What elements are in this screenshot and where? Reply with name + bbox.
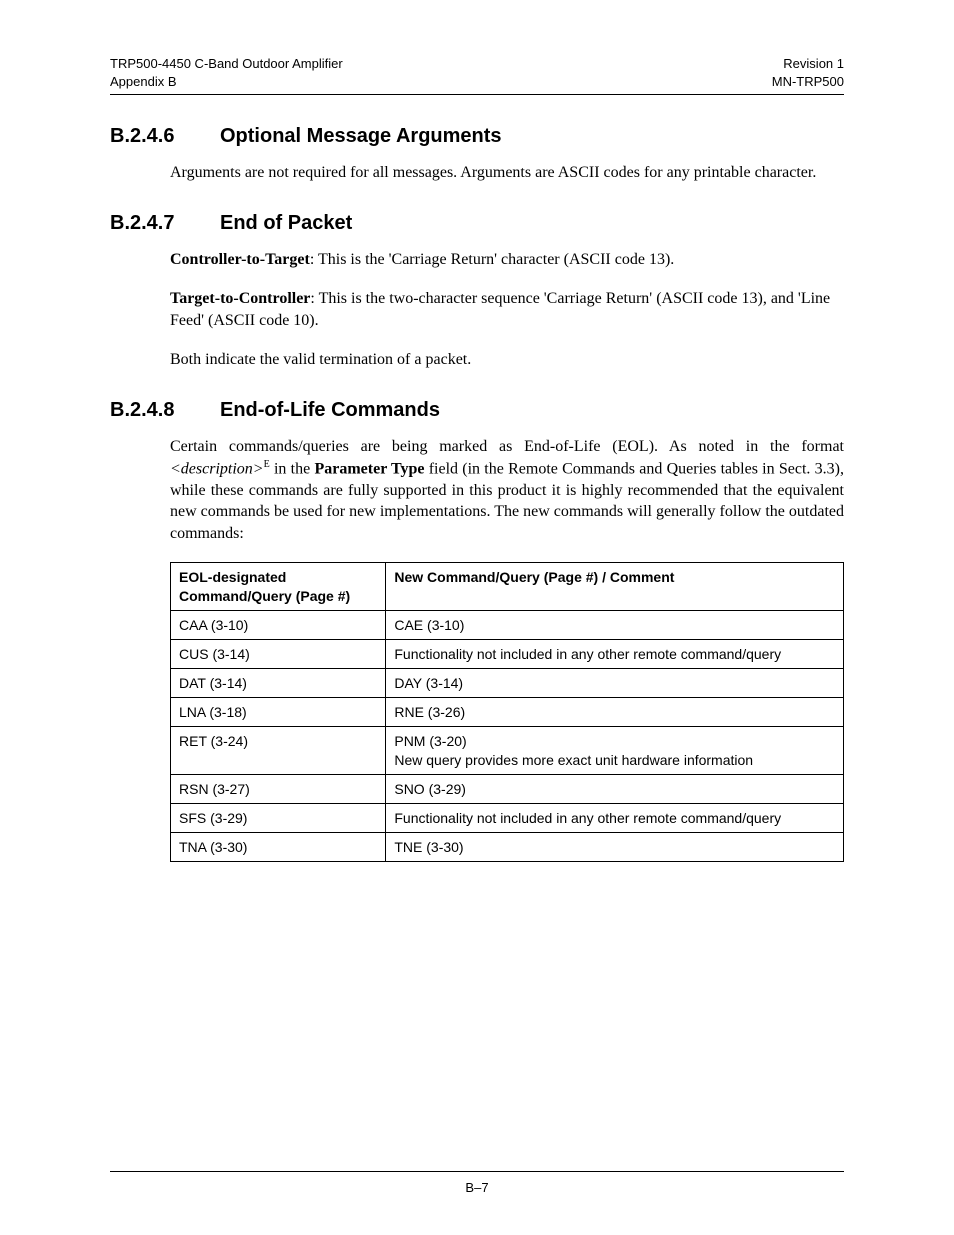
table-cell: LNA (3-18): [171, 698, 386, 727]
text: Command/Query (Page #): [179, 588, 350, 604]
heading-b247: B.2.4.7 End of Packet: [110, 212, 844, 235]
header-right-line2: MN-TRP500: [772, 74, 844, 89]
header-rule: [110, 94, 844, 95]
table-cell: TNE (3-30): [386, 833, 844, 862]
table-cell: SNO (3-29): [386, 774, 844, 803]
eol-commands-table: EOL-designated Command/Query (Page #) Ne…: [170, 562, 844, 862]
table-header-cell: New Command/Query (Page #) / Comment: [386, 563, 844, 610]
header-left: TRP500-4450 C-Band Outdoor Amplifier App…: [110, 55, 343, 90]
text: Certain commands/queries are being marke…: [170, 438, 844, 455]
paragraph: Certain commands/queries are being marke…: [110, 436, 844, 544]
heading-title: End-of-Life Commands: [220, 399, 440, 422]
table-row: TNA (3-30)TNE (3-30): [171, 833, 844, 862]
heading-title: Optional Message Arguments: [220, 125, 502, 148]
heading-number: B.2.4.8: [110, 399, 190, 422]
heading-b248: B.2.4.8 End-of-Life Commands: [110, 399, 844, 422]
heading-b246: B.2.4.6 Optional Message Arguments: [110, 125, 844, 148]
paragraph: Both indicate the valid termination of a…: [110, 349, 844, 371]
text: EOL-designated: [179, 569, 286, 585]
table-cell: Functionality not included in any other …: [386, 639, 844, 668]
bold-label: Controller-to-Target: [170, 251, 310, 268]
page-header: TRP500-4450 C-Band Outdoor Amplifier App…: [110, 55, 844, 94]
table-body: CAA (3-10)CAE (3-10)CUS (3-14)Functional…: [171, 610, 844, 862]
table-row: RSN (3-27)SNO (3-29): [171, 774, 844, 803]
page-number: B–7: [110, 1180, 844, 1195]
table-row: CUS (3-14)Functionality not included in …: [171, 639, 844, 668]
table-cell: PNM (3-20)New query provides more exact …: [386, 727, 844, 774]
footer-rule: [110, 1171, 844, 1172]
table-cell: DAY (3-14): [386, 669, 844, 698]
table-cell: CUS (3-14): [171, 639, 386, 668]
header-right: Revision 1 MN-TRP500: [772, 55, 844, 90]
table-cell: SFS (3-29): [171, 804, 386, 833]
section-b247: B.2.4.7 End of Packet Controller-to-Targ…: [110, 212, 844, 371]
paragraph: Controller-to-Target: This is the 'Carri…: [110, 249, 844, 271]
table-cell: Functionality not included in any other …: [386, 804, 844, 833]
table-cell: TNA (3-30): [171, 833, 386, 862]
text: : This is the 'Carriage Return' characte…: [310, 251, 674, 268]
page: TRP500-4450 C-Band Outdoor Amplifier App…: [0, 0, 954, 1235]
heading-number: B.2.4.7: [110, 212, 190, 235]
header-right-line1: Revision 1: [783, 56, 844, 71]
table-row: LNA (3-18)RNE (3-26): [171, 698, 844, 727]
table-cell: DAT (3-14): [171, 669, 386, 698]
table-header-cell: EOL-designated Command/Query (Page #): [171, 563, 386, 610]
bold-label: Target-to-Controller: [170, 290, 310, 307]
table-row: SFS (3-29)Functionality not included in …: [171, 804, 844, 833]
header-left-line2: Appendix B: [110, 74, 177, 89]
italic-text: <description>: [170, 460, 264, 477]
table-row: RET (3-24)PNM (3-20)New query provides m…: [171, 727, 844, 774]
table-header-row: EOL-designated Command/Query (Page #) Ne…: [171, 563, 844, 610]
header-left-line1: TRP500-4450 C-Band Outdoor Amplifier: [110, 56, 343, 71]
heading-number: B.2.4.6: [110, 125, 190, 148]
table-cell: RSN (3-27): [171, 774, 386, 803]
heading-title: End of Packet: [220, 212, 352, 235]
section-b246: B.2.4.6 Optional Message Arguments Argum…: [110, 125, 844, 184]
table-row: DAT (3-14)DAY (3-14): [171, 669, 844, 698]
table-cell: RNE (3-26): [386, 698, 844, 727]
page-footer: B–7: [110, 1171, 844, 1195]
table-cell: CAE (3-10): [386, 610, 844, 639]
text: in the: [270, 460, 315, 477]
bold-text: Parameter Type: [314, 460, 424, 477]
paragraph: Target-to-Controller: This is the two-ch…: [110, 288, 844, 331]
section-b248: B.2.4.8 End-of-Life Commands Certain com…: [110, 399, 844, 862]
table-cell: CAA (3-10): [171, 610, 386, 639]
table-cell: RET (3-24): [171, 727, 386, 774]
table-row: CAA (3-10)CAE (3-10): [171, 610, 844, 639]
paragraph: Arguments are not required for all messa…: [110, 162, 844, 184]
